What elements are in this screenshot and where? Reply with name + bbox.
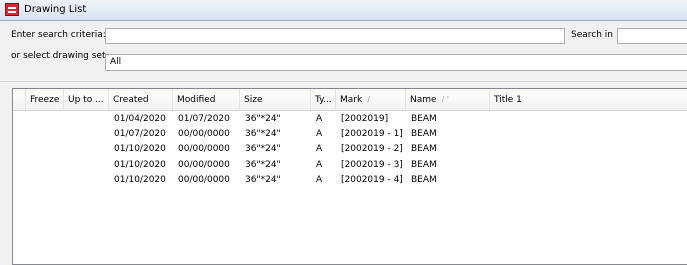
cell-mark: [2002019 - 4] <box>341 174 403 185</box>
column-header-title-1[interactable]: Title 1 <box>490 89 687 110</box>
column-header-label: Ty... <box>315 95 332 105</box>
cell-created: 01/04/2020 <box>114 114 166 124</box>
search-criteria-input[interactable] <box>105 28 565 44</box>
sort-indicator-icon: / ' <box>441 95 449 104</box>
table-header: Freeze Up to ... Created Modified Size T… <box>13 89 687 111</box>
cell-type: A <box>316 159 323 170</box>
column-header-label: Size <box>244 95 263 105</box>
column-header-label: Created <box>113 95 149 105</box>
column-header-created[interactable]: Created <box>109 89 173 110</box>
cell-name: BEAM <box>411 144 437 155</box>
cell-name: BEAM <box>411 129 437 140</box>
column-header-modified[interactable]: Modified <box>173 89 240 110</box>
cell-mark: [2002019 - 1] <box>341 129 403 140</box>
cell-mark: [2002019 - 2] <box>341 144 403 155</box>
cell-modified: 00/00/0000 <box>178 129 230 140</box>
cell-created: 01/07/2020 <box>114 129 166 140</box>
table-row[interactable]: 01/10/2020 00/00/0000 36"*24" A [2002019 - 3… <box>13 160 687 174</box>
search-in-label: Search in <box>571 30 613 40</box>
cell-size: 36"*24" <box>245 174 281 185</box>
cell-modified: 01/07/2020 <box>178 114 230 124</box>
cell-modified: 00/00/0000 <box>178 144 230 155</box>
cell-name: BEAM <box>411 159 437 170</box>
column-header-up-to[interactable]: Up to ... <box>64 89 109 110</box>
cell-size: 36"*24" <box>245 114 281 124</box>
cell-name: BEAM <box>411 114 437 124</box>
cell-created: 01/10/2020 <box>114 159 166 170</box>
drawing-set-label: or select drawing set <box>11 51 106 61</box>
cell-type: A <box>316 129 323 140</box>
cell-name: BEAM <box>411 174 437 185</box>
column-header-label: Modified <box>177 95 216 105</box>
search-criteria-label: Enter search criteria: <box>11 30 106 40</box>
cell-modified: 00/00/0000 <box>178 174 230 185</box>
column-header-label: Mark <box>340 95 363 105</box>
cell-mark: [2002019] <box>341 114 389 124</box>
cell-size: 36"*24" <box>245 129 281 140</box>
cell-created: 01/10/2020 <box>114 174 166 185</box>
app-icon <box>5 3 19 16</box>
search-in-input[interactable] <box>617 28 687 44</box>
table-row[interactable]: 01/10/2020 00/00/0000 36"*24" A [2002019 - 4… <box>13 175 687 189</box>
column-header-freeze[interactable]: Freeze <box>26 89 64 110</box>
column-header-label: Name <box>410 95 437 105</box>
drawing-list-table[interactable]: Freeze Up to ... Created Modified Size T… <box>12 88 687 265</box>
cell-type: A <box>316 144 323 155</box>
column-header-label: Freeze <box>30 95 60 105</box>
cell-created: 01/10/2020 <box>114 144 166 155</box>
cell-size: 36"*24" <box>245 144 281 155</box>
title-bar: Drawing List <box>0 0 687 21</box>
column-header-mark[interactable]: Mark / <box>336 89 406 110</box>
table-row[interactable]: 01/04/2020 01/07/2020 36"*24" A [2002019] BEA… <box>13 114 687 128</box>
window-title: Drawing List <box>24 4 87 15</box>
column-header-spacer <box>13 89 26 110</box>
divider <box>0 81 687 82</box>
column-header-name[interactable]: Name / ' <box>406 89 490 110</box>
table-row[interactable]: 01/07/2020 00/00/0000 36"*24" A [2002019 - 1… <box>13 129 687 143</box>
cell-size: 36"*24" <box>245 159 281 170</box>
cell-type: A <box>316 114 323 124</box>
column-header-type[interactable]: Ty... <box>311 89 336 110</box>
column-header-label: Title 1 <box>494 95 522 105</box>
cell-type: A <box>316 174 323 185</box>
sort-indicator-icon: / <box>367 95 370 104</box>
drawing-set-value: All <box>110 57 122 67</box>
table-row[interactable]: 01/10/2020 00/00/0000 36"*24" A [2002019 - 2… <box>13 144 687 158</box>
drawing-set-select[interactable]: All <box>105 54 687 71</box>
cell-modified: 00/00/0000 <box>178 159 230 170</box>
cell-mark: [2002019 - 3] <box>341 159 403 170</box>
column-header-size[interactable]: Size <box>240 89 311 110</box>
column-header-label: Up to ... <box>68 95 104 105</box>
